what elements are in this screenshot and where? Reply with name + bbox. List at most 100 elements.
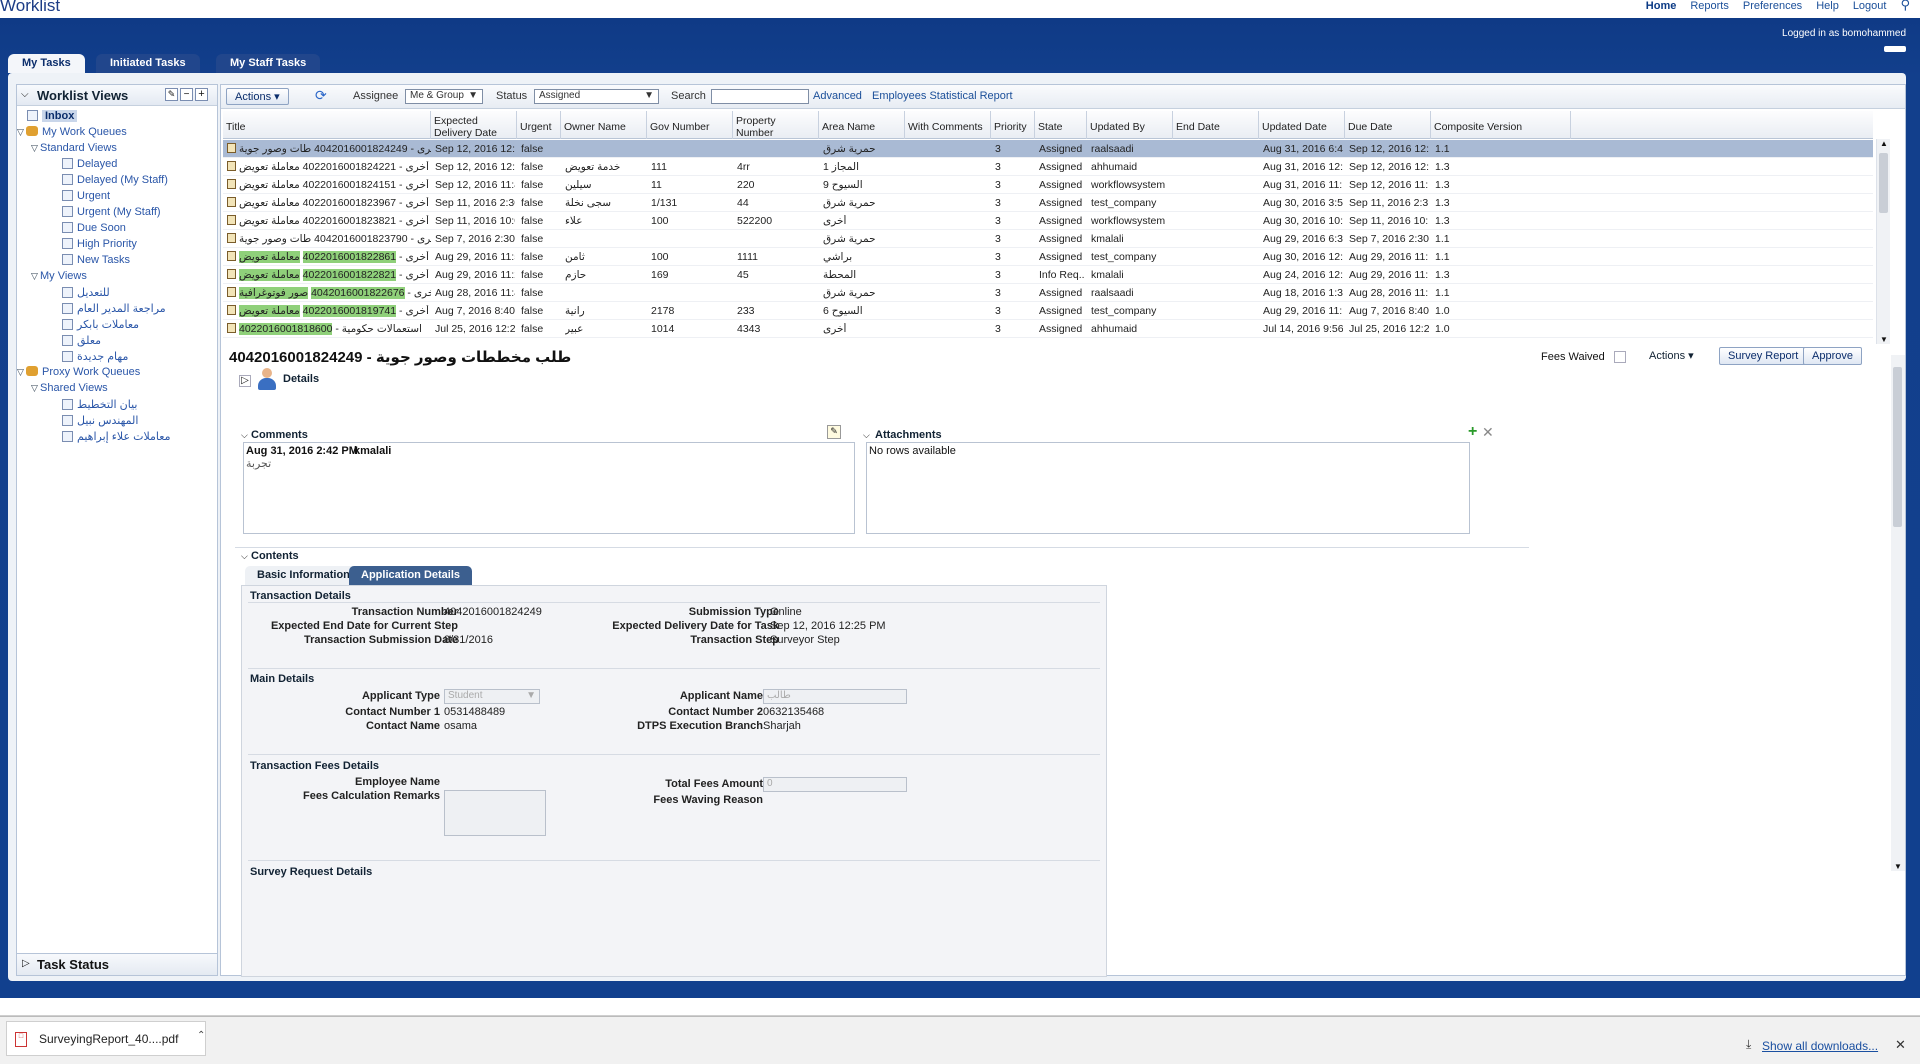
fees-remarks-textarea[interactable] xyxy=(444,790,546,836)
collapse-icon[interactable]: ⌵ xyxy=(863,430,870,441)
advanced-search-link[interactable]: Advanced xyxy=(813,90,862,102)
survey-report-button[interactable]: Survey Report xyxy=(1719,347,1808,365)
applicant-name-input[interactable]: طالب xyxy=(763,689,907,704)
nav-preferences[interactable]: Preferences xyxy=(1743,0,1802,12)
view-delayed-my-staff[interactable]: Delayed (My Staff) xyxy=(62,174,168,186)
tree-proxy-work-queues[interactable]: ▽ Proxy Work Queues xyxy=(17,366,140,378)
my-view-item[interactable]: مراجعة المدير العام xyxy=(62,302,166,315)
employees-report-link[interactable]: Employees Statistical Report xyxy=(872,90,1013,102)
nav-logout[interactable]: Logout xyxy=(1853,0,1887,12)
tree-inbox[interactable]: Inbox xyxy=(27,110,78,122)
table-row[interactable]: أخرى - 4022016001823967 معاملة تعويض Sep … xyxy=(223,194,1873,212)
table-scrollbar[interactable]: ▲ ▼ xyxy=(1876,139,1890,344)
detail-actions-menu[interactable]: Actions ▾ xyxy=(1649,349,1694,362)
expand-details-icon[interactable]: ▷ xyxy=(239,375,251,387)
delete-attachment-icon[interactable]: ✕ xyxy=(1482,424,1494,441)
shared-view-item[interactable]: المهندس نبيل xyxy=(62,414,138,427)
approve-button[interactable]: Approve xyxy=(1803,347,1862,365)
search-input[interactable] xyxy=(711,89,809,104)
close-icon[interactable]: ✕ xyxy=(1895,1037,1906,1053)
tree-my-work-queues[interactable]: ▽ My Work Queues xyxy=(17,126,127,138)
nav-home[interactable]: Home xyxy=(1646,0,1677,12)
tree-shared-views[interactable]: ▽ Shared Views xyxy=(31,382,108,394)
cell-title[interactable]: استعمالات حكومية - 4022016001818600 xyxy=(227,323,431,335)
col-property-number[interactable]: Property Number xyxy=(733,111,819,139)
cell-title[interactable]: أخرى - 4022016001824221 معاملة تعويض xyxy=(227,161,431,173)
chevron-down-icon[interactable]: ⌃ xyxy=(197,1030,205,1041)
col-gov-number[interactable]: Gov Number xyxy=(647,111,733,139)
col-state[interactable]: State xyxy=(1035,111,1087,139)
applicant-type-select[interactable]: Student ▼ xyxy=(444,689,540,704)
col-area-name[interactable]: Area Name xyxy=(819,111,905,139)
shared-view-item[interactable]: بيان التخطيط xyxy=(62,398,137,411)
collapse-header-icon[interactable] xyxy=(1884,46,1906,52)
table-row[interactable]: أخرى - 4042016001822676 صور فوتوغرافية Au… xyxy=(223,284,1873,302)
col-updated-date[interactable]: Updated Date xyxy=(1259,111,1345,139)
nav-help[interactable]: Help xyxy=(1816,0,1839,12)
nav-reports[interactable]: Reports xyxy=(1690,0,1729,12)
table-row[interactable]: أخرى - 4022016001824221 معاملة تعويض Sep … xyxy=(223,158,1873,176)
cell-title[interactable]: أخرى - 4042016001822676 صور فوتوغرافية xyxy=(227,287,431,299)
cell-title[interactable]: أخرى - 4042016001823790 طات وصور جوية xyxy=(227,233,431,245)
cell-title[interactable]: أخرى - 4042016001824249 طات وصور جوية xyxy=(227,143,431,155)
col-priority[interactable]: Priority xyxy=(991,111,1035,139)
col-title[interactable]: Title xyxy=(223,111,431,139)
total-fees-input[interactable]: 0 xyxy=(763,777,907,792)
add-comment-icon[interactable]: ✎ xyxy=(827,425,841,439)
tree-standard-views[interactable]: ▽ Standard Views xyxy=(31,142,117,154)
expand-icon[interactable]: ▷ xyxy=(22,958,30,969)
table-row[interactable]: أخرى - 4022016001822861 معاملة تعويض Aug … xyxy=(223,248,1873,266)
fees-waived-checkbox[interactable] xyxy=(1614,351,1626,363)
my-view-item[interactable]: معلق xyxy=(62,334,101,347)
scroll-thumb[interactable] xyxy=(1879,153,1888,213)
view-high-priority[interactable]: High Priority xyxy=(62,238,137,250)
view-urgent-my-staff[interactable]: Urgent (My Staff) xyxy=(62,206,161,218)
status-select[interactable]: Assigned ▼ xyxy=(534,89,659,104)
expand-icon[interactable]: ▽ xyxy=(31,143,40,154)
expand-icon[interactable]: ▽ xyxy=(31,271,40,282)
view-due-soon[interactable]: Due Soon xyxy=(62,222,126,234)
table-row[interactable]: أخرى - 4022016001822821 معاملة تعويض Aug … xyxy=(223,266,1873,284)
scroll-up-icon[interactable]: ▲ xyxy=(1880,139,1888,148)
table-row[interactable]: أخرى - 4042016001823790 طات وصور جوية Sep… xyxy=(223,230,1873,248)
col-owner-name[interactable]: Owner Name xyxy=(561,111,647,139)
col-with-comments[interactable]: With Comments xyxy=(905,111,991,139)
collapse-icon[interactable]: ⌵ xyxy=(241,551,248,562)
collapse-icon[interactable]: ⌵ xyxy=(21,89,29,100)
actions-menu[interactable]: Actions ▾ xyxy=(226,88,289,105)
download-item[interactable]: □ SurveyingReport_40....pdf ⌃ xyxy=(6,1021,206,1056)
view-delayed[interactable]: Delayed xyxy=(62,158,117,170)
cell-title[interactable]: أخرى - 4022016001822861 معاملة تعويض xyxy=(227,251,431,263)
detail-scrollbar[interactable]: ▼ xyxy=(1891,355,1905,871)
shared-view-item[interactable]: معاملات علاء إبراهيم xyxy=(62,430,170,443)
col-composite-version[interactable]: Composite Version xyxy=(1431,111,1571,139)
view-urgent[interactable]: Urgent xyxy=(62,190,110,202)
refresh-icon[interactable]: ⟳ xyxy=(315,87,327,104)
scroll-down-icon[interactable]: ▼ xyxy=(1894,862,1902,871)
my-view-item[interactable]: مهام جديدة xyxy=(62,350,128,363)
expand-icon[interactable]: ▽ xyxy=(17,367,26,378)
col-due-date[interactable]: Due Date xyxy=(1345,111,1431,139)
tab-initiated-tasks[interactable]: Initiated Tasks xyxy=(96,54,200,73)
table-row[interactable]: أخرى - 4022016001819741 معاملة تعويض Aug … xyxy=(223,302,1873,320)
edit-view-icon[interactable]: ✎ xyxy=(165,88,178,101)
my-view-item[interactable]: معاملات بابكر xyxy=(62,318,139,331)
table-row[interactable]: أخرى - 4042016001824249 طات وصور جوية Sep… xyxy=(223,140,1873,158)
cell-title[interactable]: أخرى - 4022016001819741 معاملة تعويض xyxy=(227,305,431,317)
cell-title[interactable]: أخرى - 4022016001823967 معاملة تعويض xyxy=(227,197,431,209)
subtab-basic-information[interactable]: Basic Information xyxy=(245,566,362,585)
cell-title[interactable]: أخرى - 4022016001823821 معاملة تعويض xyxy=(227,215,431,227)
add-attachment-icon[interactable]: + xyxy=(1468,423,1477,441)
remove-view-icon[interactable]: − xyxy=(180,88,193,101)
cell-title[interactable]: أخرى - 4022016001824151 معاملة تعويض xyxy=(227,179,431,191)
expand-icon[interactable]: ▽ xyxy=(17,127,26,138)
col-updated-by[interactable]: Updated By xyxy=(1087,111,1173,139)
my-view-item[interactable]: للتعديل xyxy=(62,286,110,299)
tree-my-views[interactable]: ▽ My Views xyxy=(31,270,87,282)
col-expected-delivery[interactable]: Expected Delivery Date xyxy=(431,111,517,139)
scroll-down-icon[interactable]: ▼ xyxy=(1880,335,1888,344)
view-new-tasks[interactable]: New Tasks xyxy=(62,254,130,266)
collapse-icon[interactable]: ⌵ xyxy=(241,430,248,441)
show-all-downloads-link[interactable]: Show all downloads... xyxy=(1762,1039,1878,1053)
subtab-application-details[interactable]: Application Details xyxy=(349,566,473,585)
